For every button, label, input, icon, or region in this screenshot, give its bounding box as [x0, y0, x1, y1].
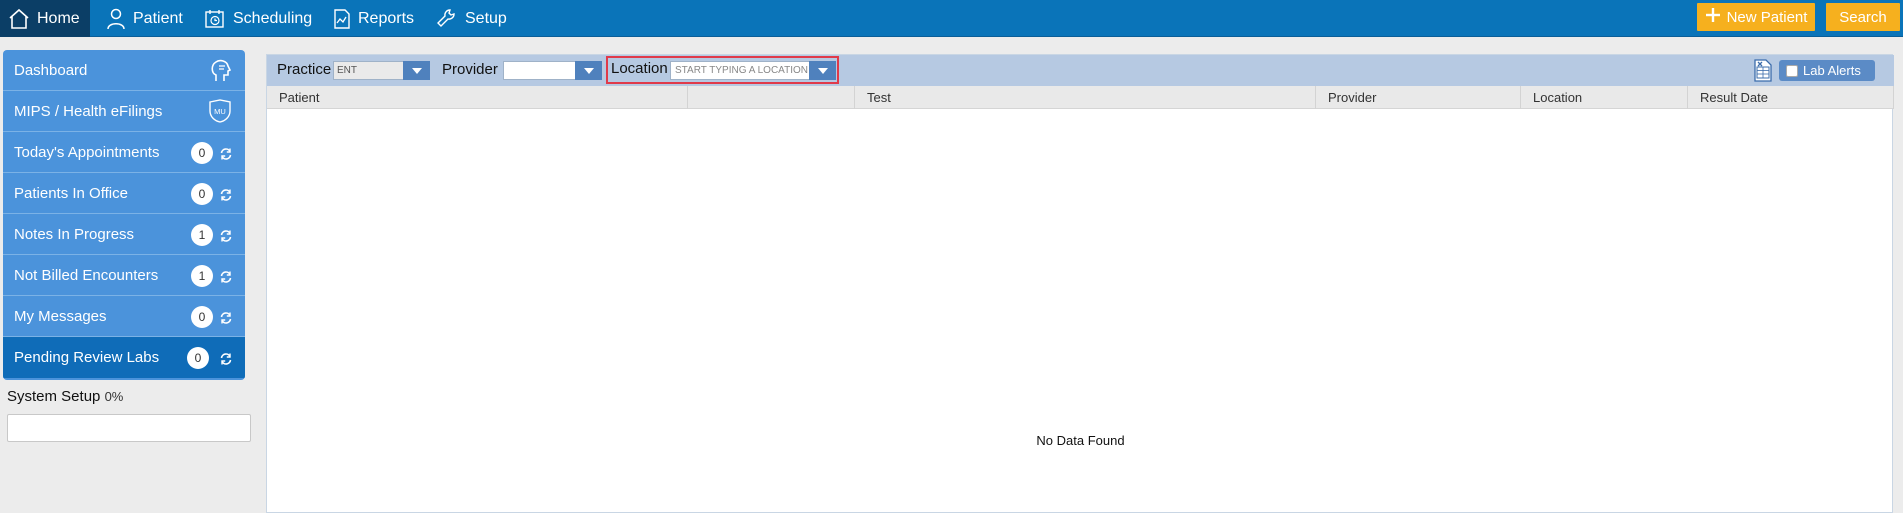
sidebar-item-label: Pending Review Labs	[14, 349, 160, 366]
provider-label: Provider	[442, 61, 498, 78]
practice-select[interactable]: ENT	[333, 61, 404, 80]
location-dropdown-arrow-icon[interactable]	[809, 61, 836, 80]
system-setup-title: System Setup	[7, 388, 101, 405]
head-profile-icon	[207, 57, 233, 87]
lab-alerts-toggle[interactable]: Lab Alerts	[1779, 60, 1875, 81]
refresh-icon[interactable]	[219, 229, 233, 247]
nav-home-label: Home	[37, 9, 80, 27]
nav-scheduling[interactable]: Scheduling	[204, 0, 312, 37]
nav-home[interactable]: Home	[0, 0, 90, 37]
column-provider[interactable]: Provider	[1316, 86, 1521, 109]
sidebar: Dashboard MIPS / Health eFilings MU Toda…	[3, 50, 245, 380]
count-badge: 0	[191, 183, 213, 205]
home-icon	[8, 8, 30, 30]
shield-mu-icon: MU	[207, 98, 233, 128]
nav-scheduling-label: Scheduling	[233, 9, 313, 27]
pending-labs-panel: Practice ENT Provider Location Lab Alert…	[266, 54, 1894, 513]
nav-reports[interactable]: Reports	[333, 0, 414, 37]
sidebar-item-notes-in-progress[interactable]: Notes In Progress 1	[3, 214, 245, 255]
practice-dropdown-arrow-icon[interactable]	[403, 61, 430, 80]
sidebar-item-my-messages[interactable]: My Messages 0	[3, 296, 245, 337]
table-header: Patient Test Provider Location Result Da…	[267, 86, 1894, 109]
calendar-clock-icon	[204, 8, 226, 30]
nav-patient-label: Patient	[133, 9, 183, 27]
sidebar-item-label: Dashboard	[14, 61, 88, 79]
column-test[interactable]: Test	[855, 86, 1316, 109]
sidebar-item-label: Not Billed Encounters	[14, 266, 159, 284]
column-blank[interactable]	[688, 86, 855, 109]
refresh-icon[interactable]	[219, 188, 233, 206]
system-setup-label: System Setup 0%	[7, 388, 123, 405]
system-setup-percent: 0%	[104, 389, 124, 404]
column-location[interactable]: Location	[1521, 86, 1688, 109]
sidebar-item-dashboard[interactable]: Dashboard	[3, 50, 245, 91]
mips-badge-text: MU	[214, 107, 226, 116]
excel-export-icon[interactable]	[1753, 59, 1773, 85]
count-badge: 0	[191, 306, 213, 328]
sidebar-item-patients-in-office[interactable]: Patients In Office 0	[3, 173, 245, 214]
provider-select[interactable]	[503, 61, 576, 80]
sidebar-item-label: My Messages	[14, 307, 107, 325]
wrench-icon	[436, 8, 458, 30]
sidebar-item-label: Today's Appointments	[14, 143, 160, 161]
sidebar-item-not-billed-encounters[interactable]: Not Billed Encounters 1	[3, 255, 245, 296]
column-patient[interactable]: Patient	[267, 86, 688, 109]
sidebar-item-label: Patients In Office	[14, 184, 128, 202]
column-result-date[interactable]: Result Date	[1688, 86, 1894, 109]
practice-label: Practice	[277, 61, 332, 78]
search-button[interactable]: Search	[1826, 3, 1900, 31]
empty-state-text: No Data Found	[1036, 433, 1125, 448]
location-label: Location	[611, 60, 668, 77]
nav-patient[interactable]: Patient	[106, 0, 183, 37]
filter-bar: Practice ENT Provider Location Lab Alert…	[267, 55, 1894, 86]
lab-alerts-label: Lab Alerts	[1803, 63, 1861, 78]
count-badge: 1	[191, 265, 213, 287]
sidebar-item-todays-appointments[interactable]: Today's Appointments 0	[3, 132, 245, 173]
nav-reports-label: Reports	[358, 9, 415, 27]
refresh-icon[interactable]	[219, 311, 233, 329]
count-badge: 0	[187, 347, 209, 369]
new-patient-label: New Patient	[1726, 8, 1808, 26]
new-patient-button[interactable]: New Patient	[1697, 3, 1815, 31]
lab-alerts-checkbox[interactable]	[1786, 64, 1798, 77]
nav-setup-label: Setup	[465, 9, 507, 27]
count-badge: 1	[191, 224, 213, 246]
nav-setup[interactable]: Setup	[436, 0, 507, 37]
top-nav-bar: Home Patient Scheduling Reports Setup Ne…	[0, 0, 1903, 37]
provider-dropdown-arrow-icon[interactable]	[575, 61, 602, 80]
refresh-icon[interactable]	[219, 352, 233, 370]
count-badge: 0	[191, 142, 213, 164]
plus-icon	[1705, 7, 1721, 27]
system-setup-progress-bar	[7, 414, 251, 442]
sidebar-item-label: Notes In Progress	[14, 225, 135, 243]
report-icon	[333, 8, 351, 30]
sidebar-item-mips[interactable]: MIPS / Health eFilings MU	[3, 91, 245, 132]
refresh-icon[interactable]	[219, 270, 233, 288]
person-icon	[106, 8, 126, 30]
sidebar-item-label: MIPS / Health eFilings	[14, 102, 163, 120]
refresh-icon[interactable]	[219, 147, 233, 165]
sidebar-item-pending-review-labs[interactable]: Pending Review Labs 0	[3, 337, 245, 378]
location-input[interactable]	[670, 61, 810, 80]
